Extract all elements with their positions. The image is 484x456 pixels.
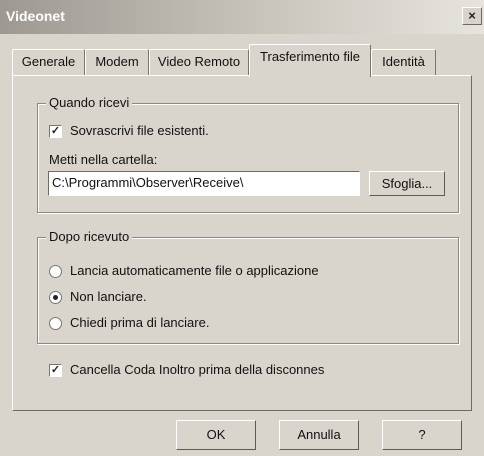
cancel-button[interactable]: Annulla xyxy=(279,420,359,450)
dialog-window: Videonet × Generale Modem Video Remoto T… xyxy=(0,0,484,456)
browse-button[interactable]: Sfoglia... xyxy=(369,171,445,196)
after-received-group: Dopo ricevuto Lancia automaticamente fil… xyxy=(37,229,459,344)
radio-no-launch[interactable] xyxy=(49,291,62,304)
radio-selected-dot xyxy=(53,295,58,300)
radio-launch-auto[interactable] xyxy=(49,265,62,278)
tab-generale[interactable]: Generale xyxy=(12,49,85,75)
close-button[interactable]: × xyxy=(462,7,482,25)
help-button[interactable]: ? xyxy=(382,420,462,450)
radio-label-ask-first: Chiedi prima di lanciare. xyxy=(70,315,210,330)
tab-video-remoto[interactable]: Video Remoto xyxy=(149,49,249,75)
overwrite-checkbox[interactable]: ✓ xyxy=(49,125,62,138)
check-icon: ✓ xyxy=(50,364,61,376)
folder-input[interactable]: C:\Programmi\Observer\Receive\ xyxy=(48,171,360,196)
radio-ask-first[interactable] xyxy=(49,317,62,330)
check-icon: ✓ xyxy=(50,125,61,137)
title-bar: Videonet × xyxy=(0,0,484,34)
folder-label: Metti nella cartella: xyxy=(49,152,158,167)
receive-group: Quando ricevi ✓ Sovrascrivi file esisten… xyxy=(37,95,459,213)
ok-button[interactable]: OK xyxy=(176,420,256,450)
clear-queue-checkbox[interactable]: ✓ xyxy=(49,364,62,377)
window-title: Videonet xyxy=(6,8,65,24)
radio-label-no-launch: Non lanciare. xyxy=(70,289,147,304)
after-group-title: Dopo ricevuto xyxy=(46,229,133,244)
radio-label-launch-auto: Lancia automaticamente file o applicazio… xyxy=(70,263,319,278)
receive-group-title: Quando ricevi xyxy=(46,95,133,110)
tab-modem[interactable]: Modem xyxy=(85,49,149,75)
tab-trasferimento-file[interactable]: Trasferimento file xyxy=(249,44,371,77)
tab-panel: Quando ricevi ✓ Sovrascrivi file esisten… xyxy=(12,75,472,411)
tab-identita[interactable]: Identità xyxy=(371,49,436,75)
clear-queue-label: Cancella Coda Inoltro prima della discon… xyxy=(70,362,325,377)
overwrite-label: Sovrascrivi file esistenti. xyxy=(70,123,209,138)
